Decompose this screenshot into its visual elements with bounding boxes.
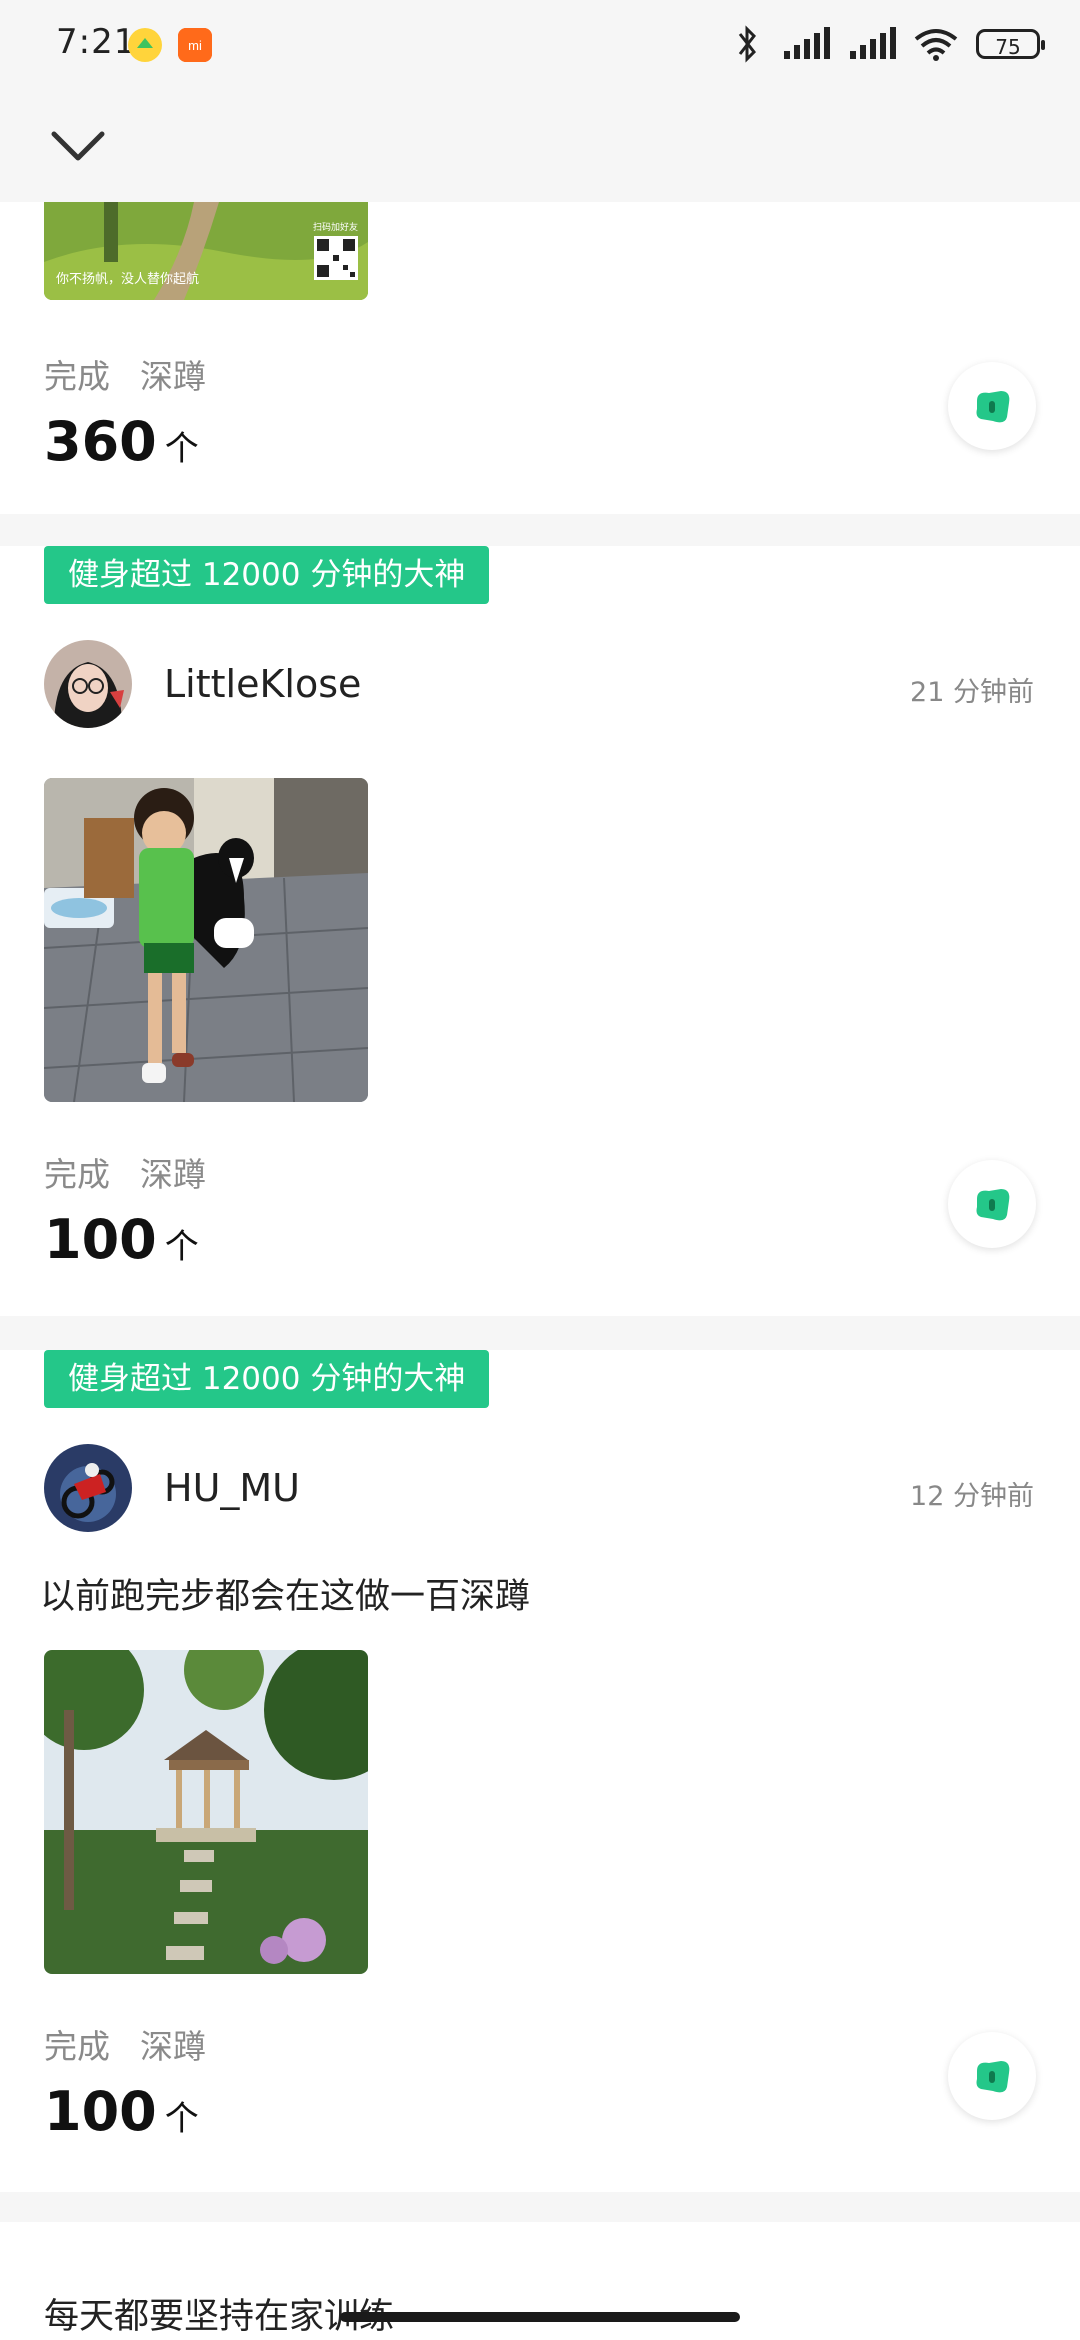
label-done: 完成 [44,1155,110,1194]
status-time: 7:21 [56,22,137,62]
status-bar: 7:21 mi 75 [0,0,1080,90]
count-value: 100 [44,2080,157,2143]
applaud-icon [976,391,1010,423]
applaud-icon [976,2061,1010,2093]
post-text: 以前跑完步都会在这做一百深蹲 [40,1577,531,1617]
top-header [0,90,1080,202]
cheer-button[interactable] [948,2032,1036,2120]
feed-card-1: 你不扬帆，没人替你起航 扫码加好友 完成 深蹲 360 个 [0,202,1080,514]
cheer-button[interactable] [948,1160,1036,1248]
qq-browser-icon [128,28,162,62]
count-value: 360 [44,410,157,473]
stat-label: 完成 深蹲 [44,1148,206,1196]
applaud-icon [976,1189,1010,1221]
post-photo[interactable]: 你不扬帆，没人替你起航 扫码加好友 [44,202,368,300]
stat-label: 完成 深蹲 [44,2020,206,2068]
post-photo[interactable] [44,1650,368,1974]
stat-count: 100 个 [44,2080,199,2143]
username[interactable]: LittleKlose [164,662,361,706]
photo-caption: 你不扬帆，没人替你起航 [56,272,200,287]
mi-app-icon: mi [178,28,212,62]
avatar[interactable] [44,640,132,728]
signal-icon-1 [784,27,830,59]
count-value: 100 [44,1208,157,1271]
time-ago: 21 分钟前 [910,677,1034,708]
stat-count: 360 个 [44,410,199,473]
count-unit: 个 [164,429,199,469]
feed-card-4: 每天都要坚持在家训练 [0,2222,1080,2340]
exercise-name: 深蹲 [140,1155,206,1194]
exercise-name: 深蹲 [140,357,206,396]
signal-icon-2 [850,27,896,59]
svg-text:mi: mi [188,38,202,53]
achievement-tag: 健身超过 12000 分钟的大神 [44,546,490,604]
stat-label: 完成 深蹲 [44,350,206,398]
home-indicator[interactable] [340,2312,740,2322]
label-done: 完成 [44,2027,110,2066]
battery-indicator: 75 [976,29,1045,59]
feed-card-3: 健身超过 12000 分钟的大神 HU_MU 12 分钟前 以前跑完步都会在这做… [0,1350,1080,2192]
avatar[interactable] [44,1444,132,1532]
status-icons: 75 [730,24,1045,64]
cheer-button[interactable] [948,362,1036,450]
bluetooth-icon [738,25,756,63]
post-photo[interactable] [44,778,368,1102]
feed-card-2: 健身超过 12000 分钟的大神 LittleKlose 21 分钟前 完成 深… [0,546,1080,1316]
chevron-down-icon[interactable] [46,120,110,170]
achievement-tag: 健身超过 12000 分钟的大神 [44,1350,490,1408]
qr-code-icon [314,236,358,280]
label-done: 完成 [44,357,110,396]
count-unit: 个 [164,1227,199,1267]
username[interactable]: HU_MU [164,1466,300,1510]
stat-count: 100 个 [44,1208,199,1271]
photo-qr-label: 扫码加好友 [312,223,358,233]
exercise-name: 深蹲 [140,2027,206,2066]
time-ago: 12 分钟前 [910,1481,1034,1512]
count-unit: 个 [164,2099,199,2139]
wifi-icon [914,29,958,61]
